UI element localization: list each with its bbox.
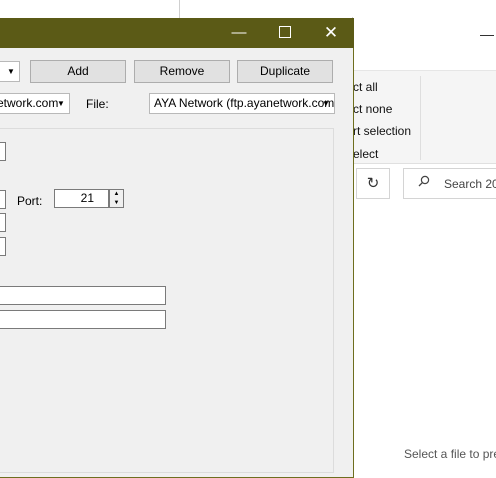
ribbon-invert-selection[interactable]: rt selection bbox=[353, 124, 411, 138]
ribbon-select-none[interactable]: ct none bbox=[353, 102, 392, 116]
username-field[interactable] bbox=[0, 213, 6, 232]
minimize-icon: — bbox=[231, 24, 247, 41]
file-combo[interactable]: AYA Network (ftp.ayanetwork.com ▼ bbox=[149, 93, 335, 114]
spin-down-icon[interactable]: ▼ bbox=[110, 199, 123, 208]
add-button[interactable]: Add bbox=[30, 60, 126, 83]
duplicate-button[interactable]: Duplicate bbox=[237, 60, 333, 83]
refresh-icon: ↻ bbox=[366, 175, 380, 192]
chevron-down-icon: ▼ bbox=[322, 99, 330, 108]
chevron-down-icon: ▼ bbox=[7, 67, 15, 76]
ribbon-separator bbox=[420, 76, 421, 160]
host-combo-value: etwork.com bbox=[0, 96, 59, 110]
host-field[interactable] bbox=[0, 190, 6, 209]
file-label: File: bbox=[86, 97, 109, 111]
port-label: Port: bbox=[17, 194, 43, 208]
maximize-button[interactable] bbox=[262, 18, 308, 48]
site-combo[interactable]: ▼ bbox=[0, 61, 20, 82]
chevron-down-icon: ▼ bbox=[57, 99, 65, 108]
preview-pane-text: Select a file to pre bbox=[404, 447, 496, 461]
search-placeholder: Search 20 bbox=[444, 177, 496, 191]
close-icon: ✕ bbox=[323, 23, 339, 42]
ribbon-select-label: elect bbox=[353, 147, 379, 161]
spin-up-icon[interactable]: ▲ bbox=[110, 190, 123, 199]
port-input[interactable]: 21 bbox=[54, 189, 109, 208]
close-button[interactable]: ✕ bbox=[308, 18, 354, 48]
refresh-button[interactable]: ↻ bbox=[356, 168, 390, 199]
host-combo[interactable]: etwork.com ▼ bbox=[0, 93, 70, 114]
minimize-button[interactable]: — bbox=[216, 18, 262, 48]
text-field-1[interactable] bbox=[0, 142, 6, 161]
ribbon-select-all[interactable]: ct all bbox=[353, 80, 378, 94]
background-window bbox=[0, 0, 180, 20]
text-field-2[interactable] bbox=[0, 286, 166, 305]
maximize-icon bbox=[279, 26, 291, 39]
remove-button[interactable]: Remove bbox=[134, 60, 230, 83]
file-combo-value: AYA Network (ftp.ayanetwork.com bbox=[154, 96, 335, 110]
explorer-close-icon[interactable]: — bbox=[480, 26, 494, 42]
port-spinner[interactable]: ▲ ▼ bbox=[109, 189, 124, 208]
text-field-3[interactable] bbox=[0, 310, 166, 329]
password-field[interactable] bbox=[0, 237, 6, 256]
search-icon bbox=[418, 175, 430, 190]
